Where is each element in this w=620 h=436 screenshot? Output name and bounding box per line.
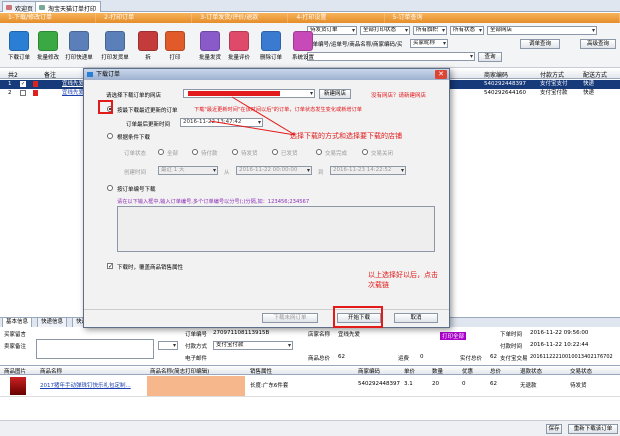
annotation-arrows: [209, 96, 296, 136]
